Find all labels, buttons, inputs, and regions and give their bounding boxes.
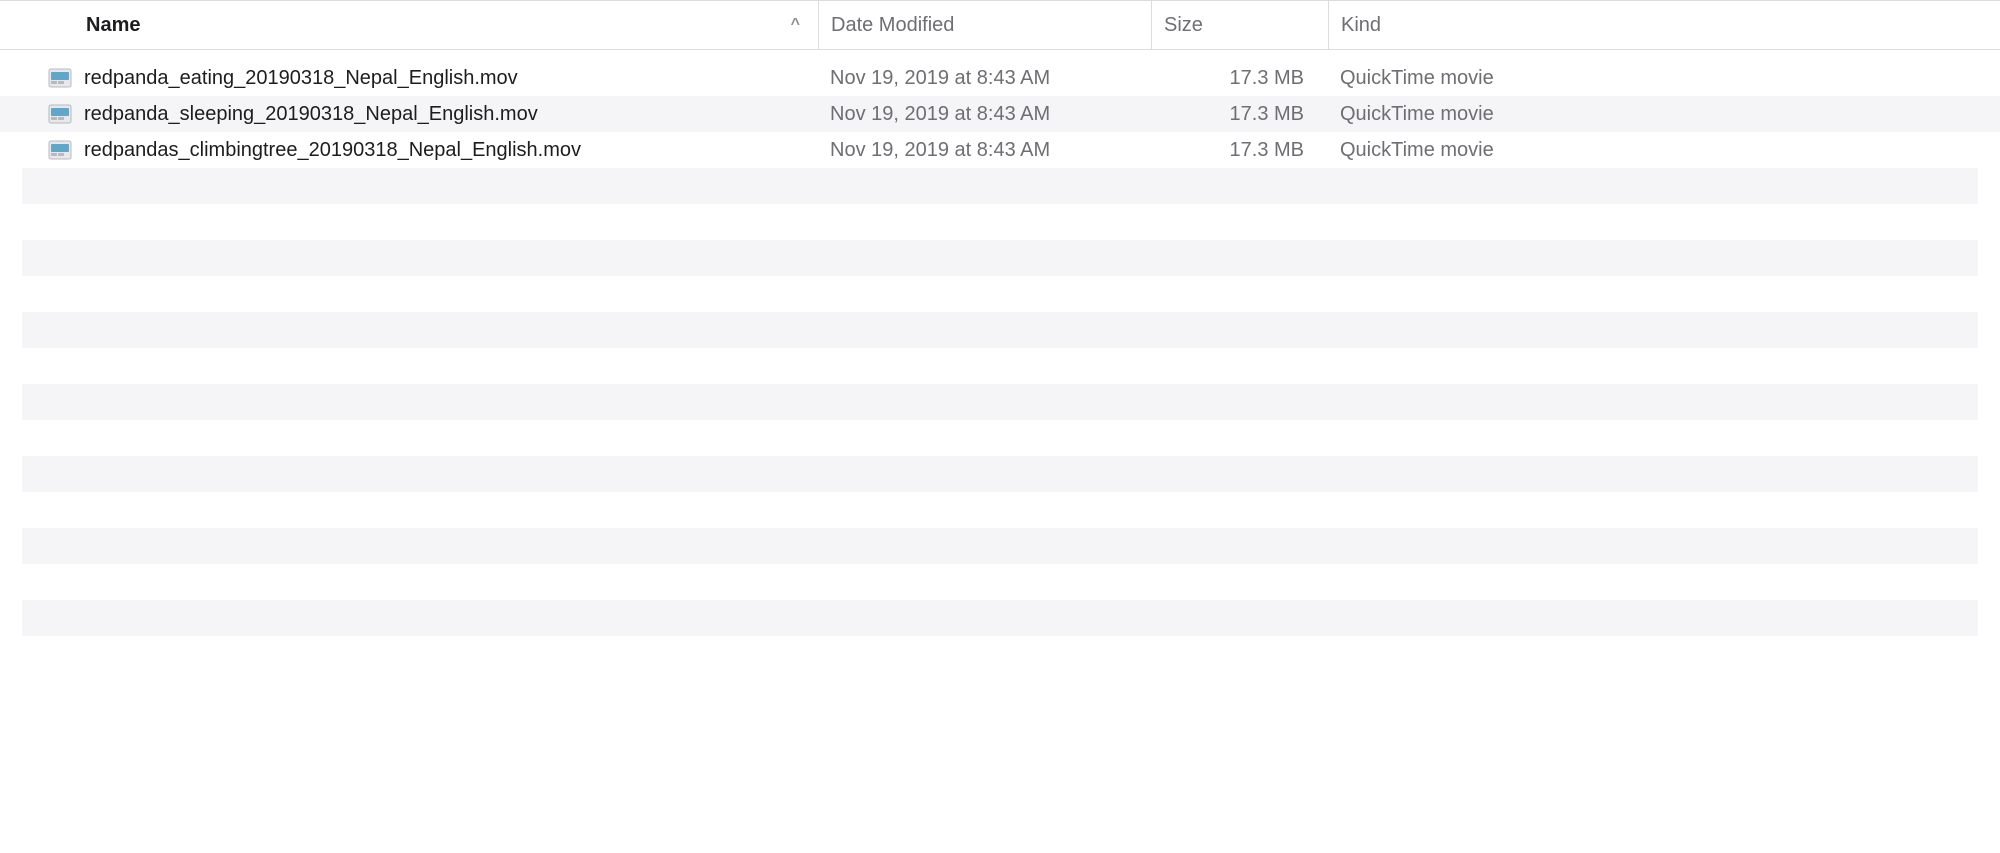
file-name: redpanda_sleeping_20190318_Nepal_English… bbox=[84, 103, 538, 126]
file-name: redpanda_eating_20190318_Nepal_English.m… bbox=[84, 67, 518, 90]
file-size: 17.3 MB bbox=[1151, 103, 1328, 126]
sort-ascending-icon: ^ bbox=[791, 16, 800, 34]
empty-row bbox=[22, 456, 1978, 492]
column-header-row: Name ^ Date Modified Size Kind bbox=[0, 0, 2000, 50]
column-header-date-modified[interactable]: Date Modified bbox=[818, 1, 1151, 49]
file-date: Nov 19, 2019 at 8:43 AM bbox=[818, 139, 1151, 162]
column-header-kind[interactable]: Kind bbox=[1328, 1, 2000, 49]
empty-row bbox=[0, 276, 2000, 312]
file-name-cell: redpandas_climbingtree_20190318_Nepal_En… bbox=[0, 139, 818, 162]
file-row[interactable]: redpanda_eating_20190318_Nepal_English.m… bbox=[0, 60, 2000, 96]
file-date: Nov 19, 2019 at 8:43 AM bbox=[818, 67, 1151, 90]
empty-row bbox=[0, 564, 2000, 600]
file-row[interactable]: redpandas_climbingtree_20190318_Nepal_En… bbox=[0, 132, 2000, 168]
empty-row bbox=[22, 240, 1978, 276]
empty-row bbox=[22, 312, 1978, 348]
empty-row bbox=[22, 528, 1978, 564]
column-header-name-label: Name bbox=[86, 14, 140, 37]
column-header-name[interactable]: Name ^ bbox=[0, 1, 818, 49]
empty-row bbox=[22, 600, 1978, 636]
empty-row bbox=[0, 420, 2000, 456]
file-name: redpandas_climbingtree_20190318_Nepal_En… bbox=[84, 139, 581, 162]
empty-row bbox=[0, 204, 2000, 240]
file-kind: QuickTime movie bbox=[1328, 103, 2000, 126]
column-header-size-label: Size bbox=[1164, 14, 1203, 37]
file-name-cell: redpanda_eating_20190318_Nepal_English.m… bbox=[0, 67, 818, 90]
movie-file-icon bbox=[48, 104, 72, 124]
file-list: redpanda_eating_20190318_Nepal_English.m… bbox=[0, 60, 2000, 636]
empty-row bbox=[0, 492, 2000, 528]
file-kind: QuickTime movie bbox=[1328, 67, 2000, 90]
file-date: Nov 19, 2019 at 8:43 AM bbox=[818, 103, 1151, 126]
movie-file-icon bbox=[48, 140, 72, 160]
column-header-date-label: Date Modified bbox=[831, 14, 954, 37]
file-name-cell: redpanda_sleeping_20190318_Nepal_English… bbox=[0, 103, 818, 126]
file-kind: QuickTime movie bbox=[1328, 139, 2000, 162]
file-size: 17.3 MB bbox=[1151, 67, 1328, 90]
empty-row bbox=[22, 384, 1978, 420]
column-header-size[interactable]: Size bbox=[1151, 1, 1328, 49]
file-size: 17.3 MB bbox=[1151, 139, 1328, 162]
column-header-kind-label: Kind bbox=[1341, 14, 1381, 37]
empty-row bbox=[0, 348, 2000, 384]
empty-row bbox=[22, 168, 1978, 204]
file-row[interactable]: redpanda_sleeping_20190318_Nepal_English… bbox=[0, 96, 2000, 132]
movie-file-icon bbox=[48, 68, 72, 88]
